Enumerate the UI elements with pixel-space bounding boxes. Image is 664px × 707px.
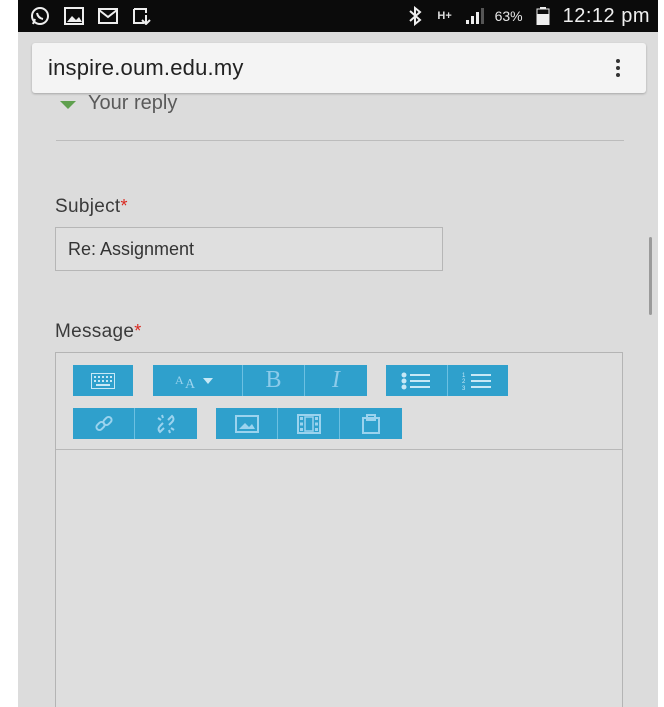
status-bar: H+ 63% 12:12 pm	[18, 0, 658, 32]
your-reply-label: Your reply	[88, 92, 178, 114]
editor-toolbar: AA B I 123	[56, 353, 622, 450]
toolbar-toggle-button[interactable]	[73, 365, 133, 396]
gallery-icon	[64, 7, 84, 25]
mail-icon	[98, 7, 118, 25]
message-editor[interactable]: AA B I 123	[55, 352, 623, 707]
bluetooth-icon	[405, 6, 425, 26]
svg-text:3: 3	[462, 386, 466, 391]
battery-percent: 63%	[494, 8, 523, 24]
keyboard-icon	[91, 372, 115, 389]
message-textarea[interactable]	[56, 450, 622, 707]
image-icon	[234, 414, 259, 433]
unlink-icon	[157, 414, 175, 433]
link-icon	[94, 415, 113, 431]
required-marker: *	[134, 321, 142, 341]
download-icon	[132, 7, 152, 25]
link-button[interactable]	[73, 408, 135, 439]
url-text[interactable]: inspire.oum.edu.my	[32, 55, 244, 81]
svg-text:2: 2	[462, 379, 466, 385]
clipboard-icon	[362, 413, 380, 434]
your-reply-toggle[interactable]: Your reply	[60, 92, 177, 115]
ordered-list-button[interactable]: 123	[448, 365, 508, 396]
whatsapp-icon	[30, 7, 50, 25]
unlink-button[interactable]	[135, 408, 197, 439]
media-button[interactable]	[278, 408, 340, 439]
bold-button[interactable]: B	[243, 365, 305, 396]
font-color-icon: AA	[175, 373, 213, 390]
phone-screen: H+ 63% 12:12 pm inspire.oum.edu.my Your …	[18, 0, 658, 707]
font-color-button[interactable]: AA	[153, 365, 243, 396]
svg-text:A: A	[175, 373, 184, 387]
italic-button[interactable]: I	[305, 365, 367, 396]
required-marker: *	[120, 196, 128, 216]
svg-text:A: A	[185, 377, 196, 390]
subject-label: Subject*	[55, 196, 128, 217]
address-bar[interactable]: inspire.oum.edu.my	[32, 43, 646, 93]
data-ht-icon: H+	[437, 10, 452, 22]
film-icon	[296, 413, 321, 434]
signal-icon	[465, 7, 485, 25]
bold-icon: B	[265, 367, 282, 393]
paste-button[interactable]	[340, 408, 402, 439]
clock: 12:12 pm	[562, 4, 650, 27]
subject-input[interactable]: Re: Assignment	[55, 227, 443, 271]
battery-icon	[533, 7, 553, 25]
page-scrollbar[interactable]	[649, 237, 652, 315]
caret-down-icon	[60, 100, 76, 109]
overflow-menu-icon[interactable]	[608, 53, 628, 83]
message-label: Message*	[55, 321, 142, 342]
section-divider	[56, 140, 624, 141]
italic-icon: I	[332, 367, 340, 393]
bullet-list-icon	[401, 372, 430, 389]
image-button[interactable]	[216, 408, 278, 439]
numbered-list-icon: 123	[462, 373, 491, 391]
unordered-list-button[interactable]	[386, 365, 448, 396]
